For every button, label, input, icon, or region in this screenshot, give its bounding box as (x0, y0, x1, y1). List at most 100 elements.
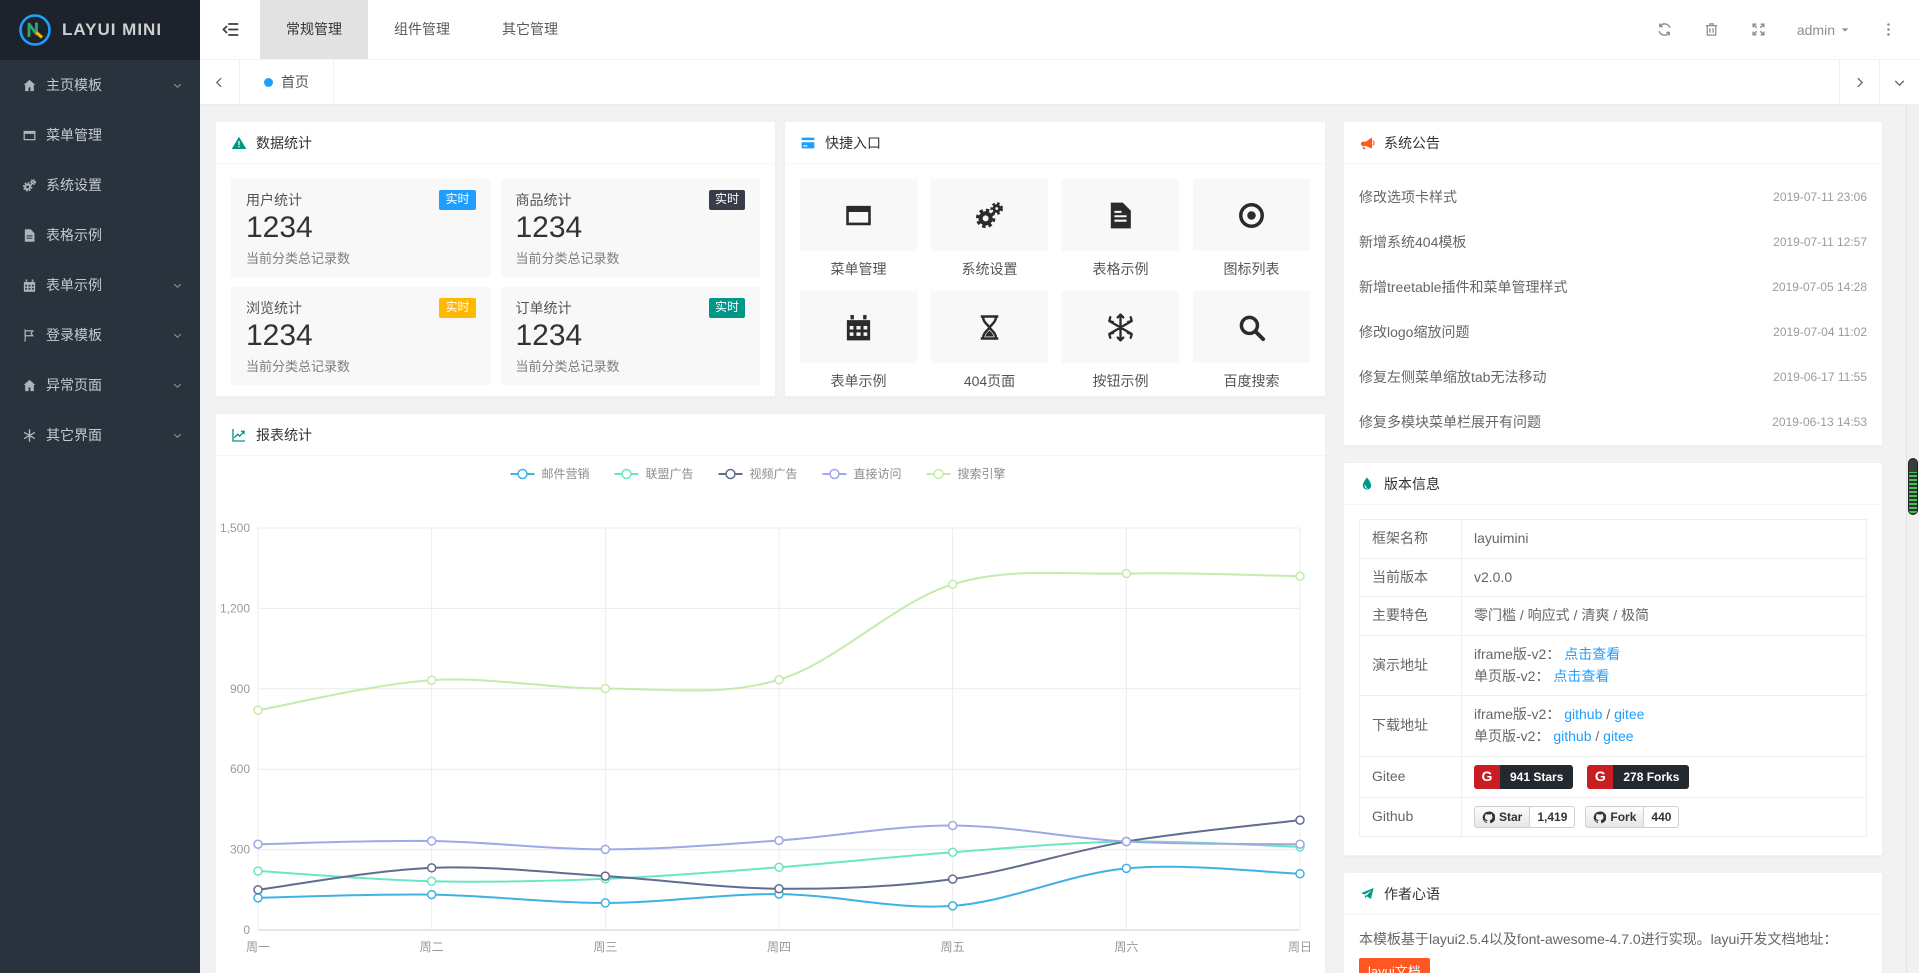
notice-card: 系统公告 修改选项卡样式 2019-07-11 23:06 新增系统404模板 … (1343, 121, 1883, 446)
report-line-chart[interactable]: 03006009001,2001,500周一周二周三周四周五周六周日邮件营销联盟… (216, 456, 1325, 973)
version-row-1: 当前版本v2.0.0 (1360, 558, 1867, 597)
quick-entry-0[interactable]: 菜单管理 (800, 179, 917, 279)
quick-entry-4[interactable]: 表单示例 (800, 291, 917, 391)
sidebar-item-label: 其它界面 (46, 425, 172, 445)
stat-label: 商品统计 (516, 190, 572, 210)
tabbar-right-controls (1839, 60, 1919, 104)
version-card-header: 版本信息 (1344, 463, 1882, 505)
link-github[interactable]: github (1553, 728, 1591, 744)
notice-text: 修改logo缩放问题 (1359, 322, 1469, 342)
svg-text:邮件营销: 邮件营销 (542, 467, 590, 481)
version-label: 主要特色 (1360, 597, 1462, 636)
quick-entry-7[interactable]: 百度搜索 (1193, 291, 1310, 391)
fullscreen-button[interactable] (1750, 21, 1767, 38)
notice-item-2[interactable]: 新增treetable插件和菜单管理样式 2019-07-05 14:28 (1359, 264, 1867, 309)
trash-icon (1703, 21, 1720, 38)
sidebar-item-1[interactable]: 菜单管理 (0, 110, 200, 160)
quick-entry-5[interactable]: 404页面 (931, 291, 1048, 391)
github-badge[interactable]: Star1,419 (1474, 806, 1575, 828)
tabs-dropdown-button[interactable] (1879, 60, 1919, 104)
tab-active-dot (264, 78, 273, 87)
layui-doc-badge[interactable]: layui文档 (1359, 958, 1430, 973)
notice-item-4[interactable]: 修复左侧菜单缩放tab无法移动 2019-06-17 11:55 (1359, 354, 1867, 399)
card-title: 快捷入口 (825, 133, 881, 153)
sidebar-item-4[interactable]: 表单示例 (0, 260, 200, 310)
notice-item-5[interactable]: 修复多模块菜单栏展开有问题 2019-06-13 14:53 (1359, 399, 1867, 444)
more-vertical-icon (1880, 21, 1897, 38)
quick-entry-6[interactable]: 按钮示例 (1062, 291, 1179, 391)
quick-entry-label: 百度搜索 (1193, 371, 1310, 391)
gitee-badge[interactable]: G278 Forks (1587, 765, 1689, 789)
sidebar-item-7[interactable]: 其它界面 (0, 410, 200, 460)
scrollbar-thumb[interactable] (1908, 458, 1918, 515)
fullscreen-icon (1750, 21, 1767, 38)
sidebar-item-0[interactable]: 主页模板 (0, 60, 200, 110)
quick-entry-1[interactable]: 系统设置 (931, 179, 1048, 279)
link-gitee[interactable]: gitee (1603, 728, 1633, 744)
collapse-sidebar-button[interactable] (200, 0, 260, 59)
sidebar-item-label: 异常页面 (46, 375, 172, 395)
quick-entry-2[interactable]: 表格示例 (1062, 179, 1179, 279)
svg-text:周五: 周五 (941, 940, 965, 954)
clear-cache-button[interactable] (1703, 21, 1720, 38)
tab-label: 首页 (281, 72, 309, 92)
dot-circle-icon (1193, 179, 1310, 251)
header-nav-item-0[interactable]: 常规管理 (260, 0, 368, 59)
username: admin (1797, 22, 1835, 38)
file-icon (22, 228, 46, 243)
tabs-scroll-left-button[interactable] (200, 60, 240, 104)
sidebar-item-label: 表格示例 (46, 225, 184, 245)
page-scrollbar[interactable] (1906, 105, 1919, 973)
link-gitee[interactable]: gitee (1614, 706, 1644, 722)
link-点击查看[interactable]: 点击查看 (1553, 668, 1609, 684)
sidebar-item-3[interactable]: 表格示例 (0, 210, 200, 260)
link-点击查看[interactable]: 点击查看 (1564, 646, 1620, 662)
notice-text: 修复左侧菜单缩放tab无法移动 (1359, 367, 1546, 387)
sidebar-item-6[interactable]: 异常页面 (0, 360, 200, 410)
notice-item-3[interactable]: 修改logo缩放问题 2019-07-04 11:02 (1359, 309, 1867, 354)
version-value: layuimini (1474, 530, 1528, 546)
chevron-down-icon (1893, 76, 1906, 89)
svg-text:联盟广告: 联盟广告 (646, 467, 694, 481)
gitee-badge-text: 278 Forks (1613, 765, 1689, 789)
svg-text:周日: 周日 (1288, 940, 1312, 954)
chevron-down-icon (172, 280, 184, 291)
svg-text:周四: 周四 (767, 940, 791, 954)
paper-plane-icon (1359, 886, 1375, 902)
header: 常规管理组件管理其它管理 admin (200, 0, 1919, 60)
github-badge[interactable]: Fork440 (1585, 806, 1679, 828)
sidebar-item-2[interactable]: 系统设置 (0, 160, 200, 210)
svg-text:周二: 周二 (420, 940, 444, 954)
app-logo[interactable]: LAYUI MINI (0, 0, 200, 60)
more-menu-button[interactable] (1880, 21, 1897, 38)
link-github[interactable]: github (1564, 706, 1602, 722)
quick-entry-label: 表格示例 (1062, 259, 1179, 279)
refresh-button[interactable] (1656, 21, 1673, 38)
refresh-icon (1656, 21, 1673, 38)
version-link-line: iframe版-v2： github / gitee (1474, 704, 1854, 726)
tabs-scroll-right-button[interactable] (1839, 60, 1879, 104)
version-row-0: 框架名称layuimini (1360, 520, 1867, 559)
svg-text:900: 900 (230, 682, 250, 696)
sidebar-item-5[interactable]: 登录模板 (0, 310, 200, 360)
chevron-down-icon (172, 430, 184, 441)
chevron-down-icon (172, 330, 184, 341)
svg-text:600: 600 (230, 762, 250, 776)
stats-grid: 用户统计 实时 1234 当前分类总记录数 商品统计 实时 1234 当前分类总… (216, 164, 775, 400)
tab-home[interactable]: 首页 (240, 60, 334, 104)
notice-item-1[interactable]: 新增系统404模板 2019-07-11 12:57 (1359, 219, 1867, 264)
warning-icon (231, 135, 247, 151)
header-nav-item-1[interactable]: 组件管理 (368, 0, 476, 59)
notice-item-0[interactable]: 修改选项卡样式 2019-07-11 23:06 (1359, 174, 1867, 219)
user-menu[interactable]: admin (1797, 22, 1850, 38)
header-nav-item-2[interactable]: 其它管理 (476, 0, 584, 59)
author-body: 本模板基于layui2.5.4以及font-awesome-4.7.0进行实现。… (1344, 915, 1882, 973)
quick-entry-card: 快捷入口 菜单管理 系统设置 表格示例 图标列表 表单示例 404页面 按钮示例… (784, 121, 1326, 397)
quick-entry-label: 按钮示例 (1062, 371, 1179, 391)
chevron-right-icon (1853, 76, 1866, 89)
notice-text: 修改选项卡样式 (1359, 187, 1457, 207)
stat-box-0: 用户统计 实时 1234 当前分类总记录数 (231, 179, 491, 277)
quick-entry-3[interactable]: 图标列表 (1193, 179, 1310, 279)
author-card: 作者心语 本模板基于layui2.5.4以及font-awesome-4.7.0… (1343, 872, 1883, 973)
gitee-badge[interactable]: G941 Stars (1474, 765, 1573, 789)
